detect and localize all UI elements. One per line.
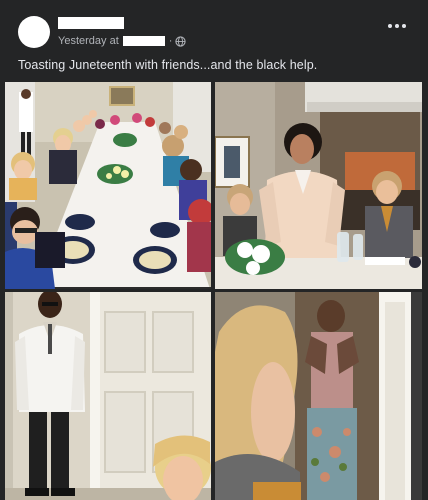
photo-staff-in-doorway[interactable] (215, 292, 422, 500)
photo-speaker-standing[interactable] (215, 82, 422, 289)
profile-avatar[interactable] (18, 16, 50, 48)
post-header: Yesterday at · (0, 0, 428, 52)
more-options-icon[interactable] (388, 22, 406, 30)
post-meta: Yesterday at · (58, 34, 187, 48)
author-name-redacted[interactable] (58, 17, 124, 29)
separator-dot: · (168, 35, 173, 47)
globe-icon[interactable] (175, 35, 187, 47)
photo-server-white-jacket[interactable] (5, 292, 211, 500)
post-time-redacted (122, 36, 165, 46)
post-time-label[interactable]: Yesterday at (58, 35, 119, 47)
photo-dinner-table[interactable] (5, 82, 211, 289)
post-caption: Toasting Juneteenth with friends...and t… (18, 58, 318, 72)
facebook-post: Yesterday at · Toasting Juneteenth with … (0, 0, 428, 500)
